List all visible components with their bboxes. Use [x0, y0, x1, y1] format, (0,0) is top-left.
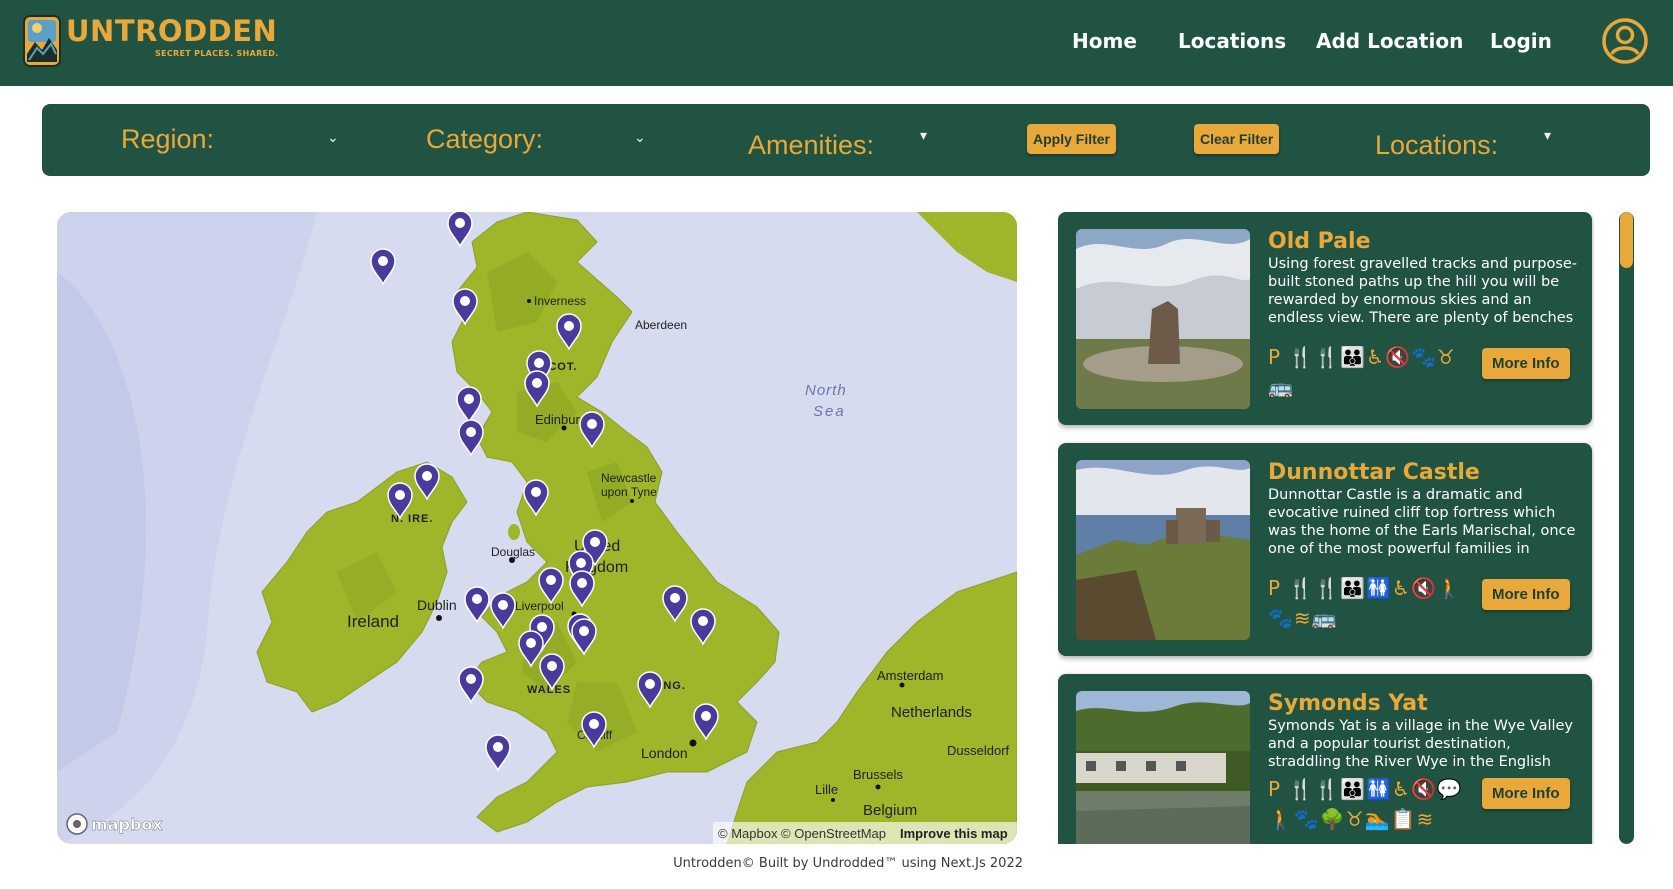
logo-text[interactable]: UNTRODDEN: [66, 14, 277, 48]
card-description: Using forest gravelled tracks and purpos…: [1268, 256, 1578, 325]
footer-text: Untrodden© Built by Undrodded™ using Nex…: [673, 856, 1023, 871]
map-label-london: London: [641, 745, 688, 761]
cards-scrollbar[interactable]: [1619, 212, 1634, 844]
location-card[interactable]: Old Pale Using forest gravelled tracks a…: [1058, 212, 1592, 425]
map-label-amsterdam: Amsterdam: [877, 668, 943, 683]
map-label-brussels: Brussels: [853, 767, 903, 782]
map-view[interactable]: Inverness Aberdeen SCOT. Edinburgh Newca…: [57, 212, 1017, 844]
svg-text:mapbox: mapbox: [91, 815, 163, 834]
region-chevron-down-icon[interactable]: ⌄: [327, 130, 339, 146]
logo-tagline: SECRET PLACES. SHARED.: [155, 49, 279, 58]
map-label-belgium: Belgium: [863, 802, 917, 819]
map-label-douglas: Douglas: [491, 545, 535, 559]
clear-filter-button[interactable]: Clear Filter: [1194, 124, 1280, 154]
map-label-inverness: Inverness: [534, 294, 586, 308]
improve-map-link[interactable]: Improve this map: [900, 826, 1008, 841]
card-title[interactable]: Symonds Yat: [1268, 691, 1428, 716]
more-info-button[interactable]: More Info: [1482, 579, 1570, 610]
amenity-icons-row-1: P 🍴🍴👪🚻♿🔇💬: [1268, 777, 1463, 801]
location-card[interactable]: Dunnottar Castle Dunnottar Castle is a d…: [1058, 443, 1592, 656]
dunnottar-castle-image[interactable]: [1076, 460, 1250, 640]
map-label-ireland: Ireland: [347, 612, 399, 631]
region-select[interactable]: Region:: [121, 124, 214, 155]
symonds-yat-image[interactable]: [1076, 691, 1250, 844]
map-label-lille: Lille: [815, 782, 838, 797]
locations-select[interactable]: Locations:: [1375, 130, 1498, 161]
category-chevron-down-icon[interactable]: ⌄: [634, 130, 646, 146]
map-label-netherlands: Netherlands: [891, 704, 972, 721]
nav-home-link[interactable]: Home: [1072, 29, 1137, 53]
card-description: Symonds Yat is a village in the Wye Vall…: [1268, 718, 1574, 769]
map-label-dusseldorf: Dusseldorf: [947, 743, 1010, 758]
map-canvas[interactable]: Inverness Aberdeen SCOT. Edinburgh Newca…: [57, 212, 1017, 844]
more-info-button[interactable]: More Info: [1482, 778, 1570, 809]
card-title[interactable]: Dunnottar Castle: [1268, 460, 1480, 485]
locations-caret-down-icon[interactable]: ▾: [1544, 128, 1551, 144]
map-label-newcastle-2: upon Tyne: [601, 485, 657, 499]
amenity-icons-row-2: 🚌: [1268, 375, 1294, 399]
logo-icon[interactable]: [23, 14, 61, 68]
mapbox-logo[interactable]: mapbox: [66, 813, 164, 835]
user-account-icon[interactable]: [1601, 17, 1649, 65]
map-attribution[interactable]: © Mapbox © OpenStreetMap: [718, 826, 886, 841]
location-card[interactable]: Symonds Yat Symonds Yat is a village in …: [1058, 674, 1592, 844]
map-label-north-sea-1: North: [805, 382, 847, 399]
amenity-icons-row-1: P 🍴🍴👪🚻♿🔇🚶: [1268, 576, 1463, 600]
card-title[interactable]: Old Pale: [1268, 229, 1371, 254]
map-label-wales: WALES: [527, 684, 571, 696]
map-label-liverpool: Liverpool: [515, 599, 564, 613]
location-cards-list[interactable]: Old Pale Using forest gravelled tracks a…: [1058, 212, 1594, 844]
amenities-caret-down-icon[interactable]: ▾: [920, 128, 927, 144]
map-label-north-sea-2: Sea: [813, 403, 846, 420]
apply-filter-button[interactable]: Apply Filter: [1027, 124, 1117, 154]
category-select[interactable]: Category:: [426, 124, 543, 155]
filter-bar: Region: ⌄ Category: ⌄ Amenities: ▾ Apply…: [42, 104, 1650, 176]
cards-scrollbar-thumb[interactable]: [1620, 212, 1633, 268]
amenity-icons-row-2: 🐾≋🚌: [1268, 606, 1338, 630]
map-label-newcastle-1: Newcastle: [601, 471, 657, 485]
card-description: Dunnottar Castle is a dramatic and evoca…: [1268, 487, 1576, 556]
amenity-icons-row-2: 🚶🐾🌳♉🏊📋≋: [1268, 807, 1435, 831]
nav-add-location-link[interactable]: Add Location: [1316, 29, 1463, 53]
nav-locations-link[interactable]: Locations: [1178, 29, 1286, 53]
map-label-dublin: Dublin: [417, 597, 457, 613]
map-label-aberdeen: Aberdeen: [635, 318, 687, 332]
amenity-icons: P 🍴🍴👪♿🔇🐾♉ 🚌: [1268, 342, 1478, 402]
amenity-icons: P 🍴🍴👪🚻♿🔇💬 🚶🐾🌳♉🏊📋≋: [1268, 774, 1478, 834]
top-navbar: UNTRODDEN SECRET PLACES. SHARED. Home Lo…: [0, 0, 1673, 86]
amenity-icons: P 🍴🍴👪🚻♿🔇🚶 🐾≋🚌: [1268, 573, 1478, 633]
nav-login-link[interactable]: Login: [1490, 29, 1552, 53]
old-pale-image[interactable]: [1076, 229, 1250, 409]
amenities-select[interactable]: Amenities:: [748, 130, 874, 161]
amenity-icons-row-1: P 🍴🍴👪♿🔇🐾♉: [1268, 345, 1456, 369]
more-info-button[interactable]: More Info: [1482, 348, 1570, 379]
